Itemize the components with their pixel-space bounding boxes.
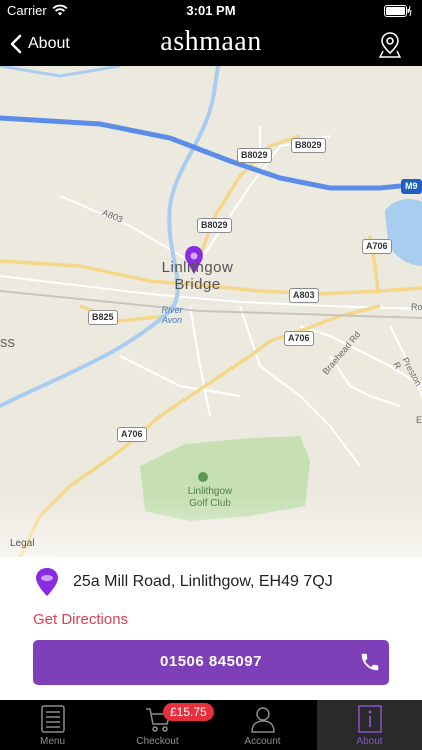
town-label: Linlithgow Bridge [161,259,234,293]
road-badge: A706 [284,331,314,346]
info-icon [357,705,382,733]
call-button[interactable]: 01506 845097 [33,640,389,685]
tab-label: Checkout [136,736,179,747]
cart-total-badge: £15.75 [163,703,214,721]
map-view[interactable]: B8029 B8029 B8029 M9 A706 A803 A706 B825… [0,66,422,557]
map-pin-icon[interactable] [378,31,402,59]
map-graphics [0,66,422,557]
tab-label: Account [244,736,281,747]
lake [385,199,422,266]
road-badge: A803 [289,288,319,303]
clock: 3:01 PM [186,3,236,18]
road-badge: B8029 [291,138,326,153]
road-badge: B8029 [197,218,232,233]
road-badge: A706 [362,239,392,254]
road-badge: A706 [117,427,147,442]
brand-logo: ashmaan [160,26,262,57]
tab-about[interactable]: About [317,700,422,750]
menu-icon [40,705,65,733]
tab-menu[interactable]: Menu [0,700,105,750]
road-badge: B8029 [237,148,272,163]
phone-icon [361,653,379,671]
road-badge: B825 [88,310,118,325]
nav-bar: About ashmaan [0,22,422,66]
get-directions-link[interactable]: Get Directions [33,611,128,628]
location-panel: 25a Mill Road, Linlithgow, EH49 7QJ Get … [0,557,422,700]
account-icon [250,707,275,733]
tab-account[interactable]: Account [210,700,315,750]
river-label: River Avon [161,305,183,325]
street-label: E [416,415,422,425]
map-fade [0,497,422,557]
road-badge-m9: M9 [401,179,422,194]
battery-icon [384,5,412,17]
address-row: 25a Mill Road, Linlithgow, EH49 7QJ [35,567,333,597]
store-pin-icon [36,568,58,596]
tab-label: About [356,736,383,747]
status-bar: Carrier 3:01 PM [0,0,422,22]
street-label: Ro [411,302,422,312]
legal-link[interactable]: Legal [10,538,34,549]
tab-label: Menu [39,736,65,747]
golf-icon [198,472,208,482]
address-text: 25a Mill Road, Linlithgow, EH49 7QJ [73,573,333,590]
phone-number: 01506 845097 [160,653,262,670]
place-label: ss [0,334,15,351]
